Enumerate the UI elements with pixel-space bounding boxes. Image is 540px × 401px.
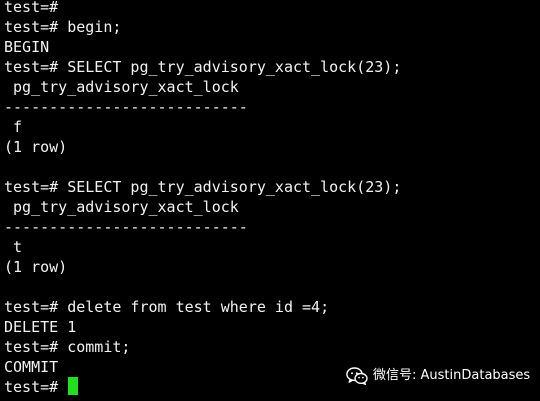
- terminal-line: t: [4, 238, 23, 256]
- terminal-line: test=# delete from test where id =4;: [4, 298, 330, 316]
- watermark: 微信号: AustinDatabases: [346, 364, 530, 388]
- terminal-line: COMMIT: [4, 358, 59, 376]
- terminal-line: test=# commit;: [4, 338, 131, 356]
- terminal-line: ---------------------------: [4, 218, 248, 236]
- terminal-line: f: [4, 118, 23, 136]
- terminal-prompt: test=#: [4, 378, 68, 396]
- terminal-line: ---------------------------: [4, 98, 248, 116]
- terminal-line: (1 row): [4, 138, 68, 156]
- terminal-window[interactable]: test=# test=# begin; BEGIN test=# SELECT…: [0, 0, 540, 401]
- terminal-line: pg_try_advisory_xact_lock: [4, 198, 239, 216]
- terminal-line: (1 row): [4, 258, 68, 276]
- text-cursor: [68, 377, 79, 395]
- terminal-line: test=#: [4, 0, 59, 16]
- terminal-line: test=# SELECT pg_try_advisory_xact_lock(…: [4, 178, 402, 196]
- terminal-line: test=# begin;: [4, 18, 122, 36]
- watermark-text: 微信号: AustinDatabases: [373, 368, 531, 383]
- terminal-line: test=# SELECT pg_try_advisory_xact_lock(…: [4, 58, 402, 76]
- terminal-line: pg_try_advisory_xact_lock: [4, 78, 239, 96]
- terminal-output: test=# test=# begin; BEGIN test=# SELECT…: [4, 0, 401, 397]
- terminal-prompt-line[interactable]: test=#: [4, 377, 401, 397]
- terminal-line: BEGIN: [4, 38, 50, 56]
- wechat-icon: [346, 367, 368, 385]
- terminal-line: DELETE 1: [4, 318, 77, 336]
